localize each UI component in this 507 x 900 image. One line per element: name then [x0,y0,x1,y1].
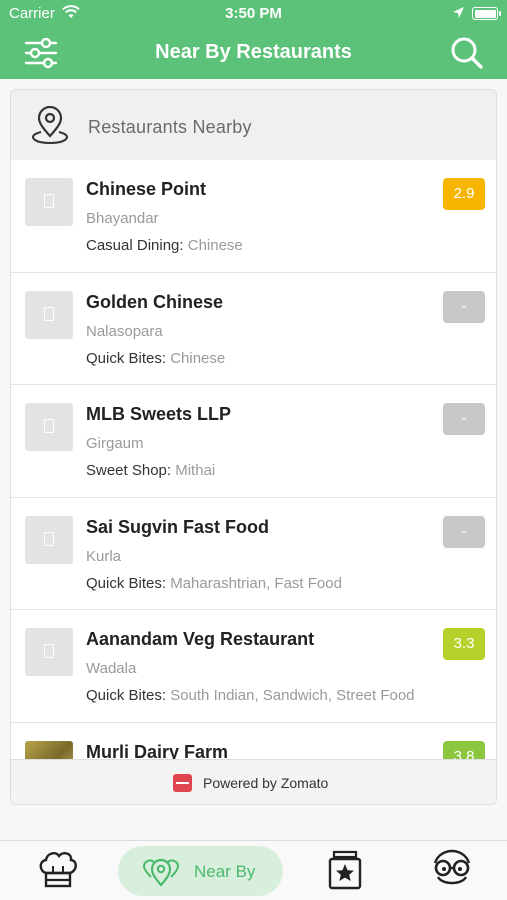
rating-badge: - [443,515,485,548]
cuisine-list: Chinese [170,349,226,367]
rating-badge: - [443,290,485,323]
restaurant-cuisine: Quick Bites: Chinese [86,350,418,367]
section-label: Restaurants Nearby [88,117,252,137]
rating-badge: 3.3 [443,628,485,660]
restaurant-name: Golden Chinese [86,291,224,312]
restaurant-row[interactable]: Murli Dairy Farm 3.8 [11,722,496,760]
search-icon[interactable] [448,35,486,71]
glasses-face-icon [430,849,474,893]
chef-hat-icon [36,852,80,895]
map-pin-icon [29,105,71,151]
powered-by-text: Powered by Zomato [203,775,329,791]
restaurant-list[interactable]: Chinese Point Bhayandar Casual Dining: C… [11,160,496,760]
restaurant-thumbnail [25,178,73,226]
restaurant-area: Bhayandar [86,210,159,227]
zomato-logo-icon [173,774,192,792]
restaurant-thumbnail [25,403,73,451]
rating-badge: - [443,403,485,435]
restaurant-row[interactable]: MLB Sweets LLP Girgaum Sweet Shop: Mitha… [11,385,496,498]
cuisine-list: South Indian, Sandwich, Street Food [170,687,415,704]
restaurant-name: Sai Sugvin Fast Food [86,516,270,537]
rating-badge: 2.9 [443,178,485,210]
tab-profile[interactable] [430,849,474,893]
tab-near-by[interactable]: Near By [118,846,283,896]
restaurants-card: Restaurants Nearby Chinese Point Bhayand… [10,89,497,805]
restaurant-row[interactable]: Golden Chinese Nalasopara Quick Bites: C… [11,272,496,385]
restaurant-row[interactable]: Aanandam Veg Restaurant Wadala Quick Bit… [11,610,496,723]
restaurant-thumbnail [25,290,73,339]
powered-by-footer: Powered by Zomato [11,759,496,804]
restaurant-name: Aanandam Veg Restaurant [86,629,315,649]
restaurant-name: MLB Sweets LLP [86,404,232,424]
tab-bar: Near By [0,840,507,900]
star-jar-icon [325,850,365,895]
restaurant-cuisine: Sweet Shop: Mithai [86,462,418,479]
location-arrow-icon [452,6,465,24]
status-bar: Carrier 3:50 PM [0,0,507,28]
restaurant-area: Girgaum [86,435,144,452]
restaurant-cuisine: Quick Bites: Maharashtrian, Fast Food [86,575,418,592]
cuisine-list: Mithai [175,462,216,479]
establishment-type: Quick Bites: [86,349,167,367]
location-cluster-icon [142,855,180,894]
establishment-type: Quick Bites: [86,574,167,592]
cuisine-list: Maharashtrian, Fast Food [170,574,342,592]
establishment-type: Sweet Shop: [86,462,172,479]
restaurant-name: Murli Dairy Farm [86,741,229,760]
establishment-type: Quick Bites: [86,687,167,704]
tab-chef[interactable] [36,849,80,893]
restaurant-photo [25,740,73,759]
section-header: Restaurants Nearby [11,90,496,160]
tab-favorites[interactable] [325,849,365,893]
restaurant-row[interactable]: Sai Sugvin Fast Food Kurla Quick Bites: … [11,497,496,610]
restaurant-cuisine: Casual Dining: Chinese [86,237,418,254]
restaurant-thumbnail [25,628,73,676]
establishment-type: Casual Dining: [86,237,184,254]
tab-near-by-label: Near By [194,862,256,881]
restaurant-cuisine: Quick Bites: South Indian, Sandwich, Str… [86,687,418,704]
restaurant-name: Chinese Point [86,179,207,199]
nav-bar: Near By Restaurants [0,28,507,79]
restaurant-thumbnail [25,515,73,564]
restaurant-area: Kurla [86,547,122,565]
restaurant-area: Nalasopara [86,322,163,340]
battery-icon [472,7,501,20]
rating-badge: 3.8 [443,740,485,759]
restaurant-row[interactable]: Chinese Point Bhayandar Casual Dining: C… [11,160,496,273]
page-title: Near By Restaurants [155,41,352,63]
restaurant-area: Wadala [86,660,137,677]
cuisine-list: Chinese [187,237,243,254]
status-time: 3:50 PM [225,5,282,22]
